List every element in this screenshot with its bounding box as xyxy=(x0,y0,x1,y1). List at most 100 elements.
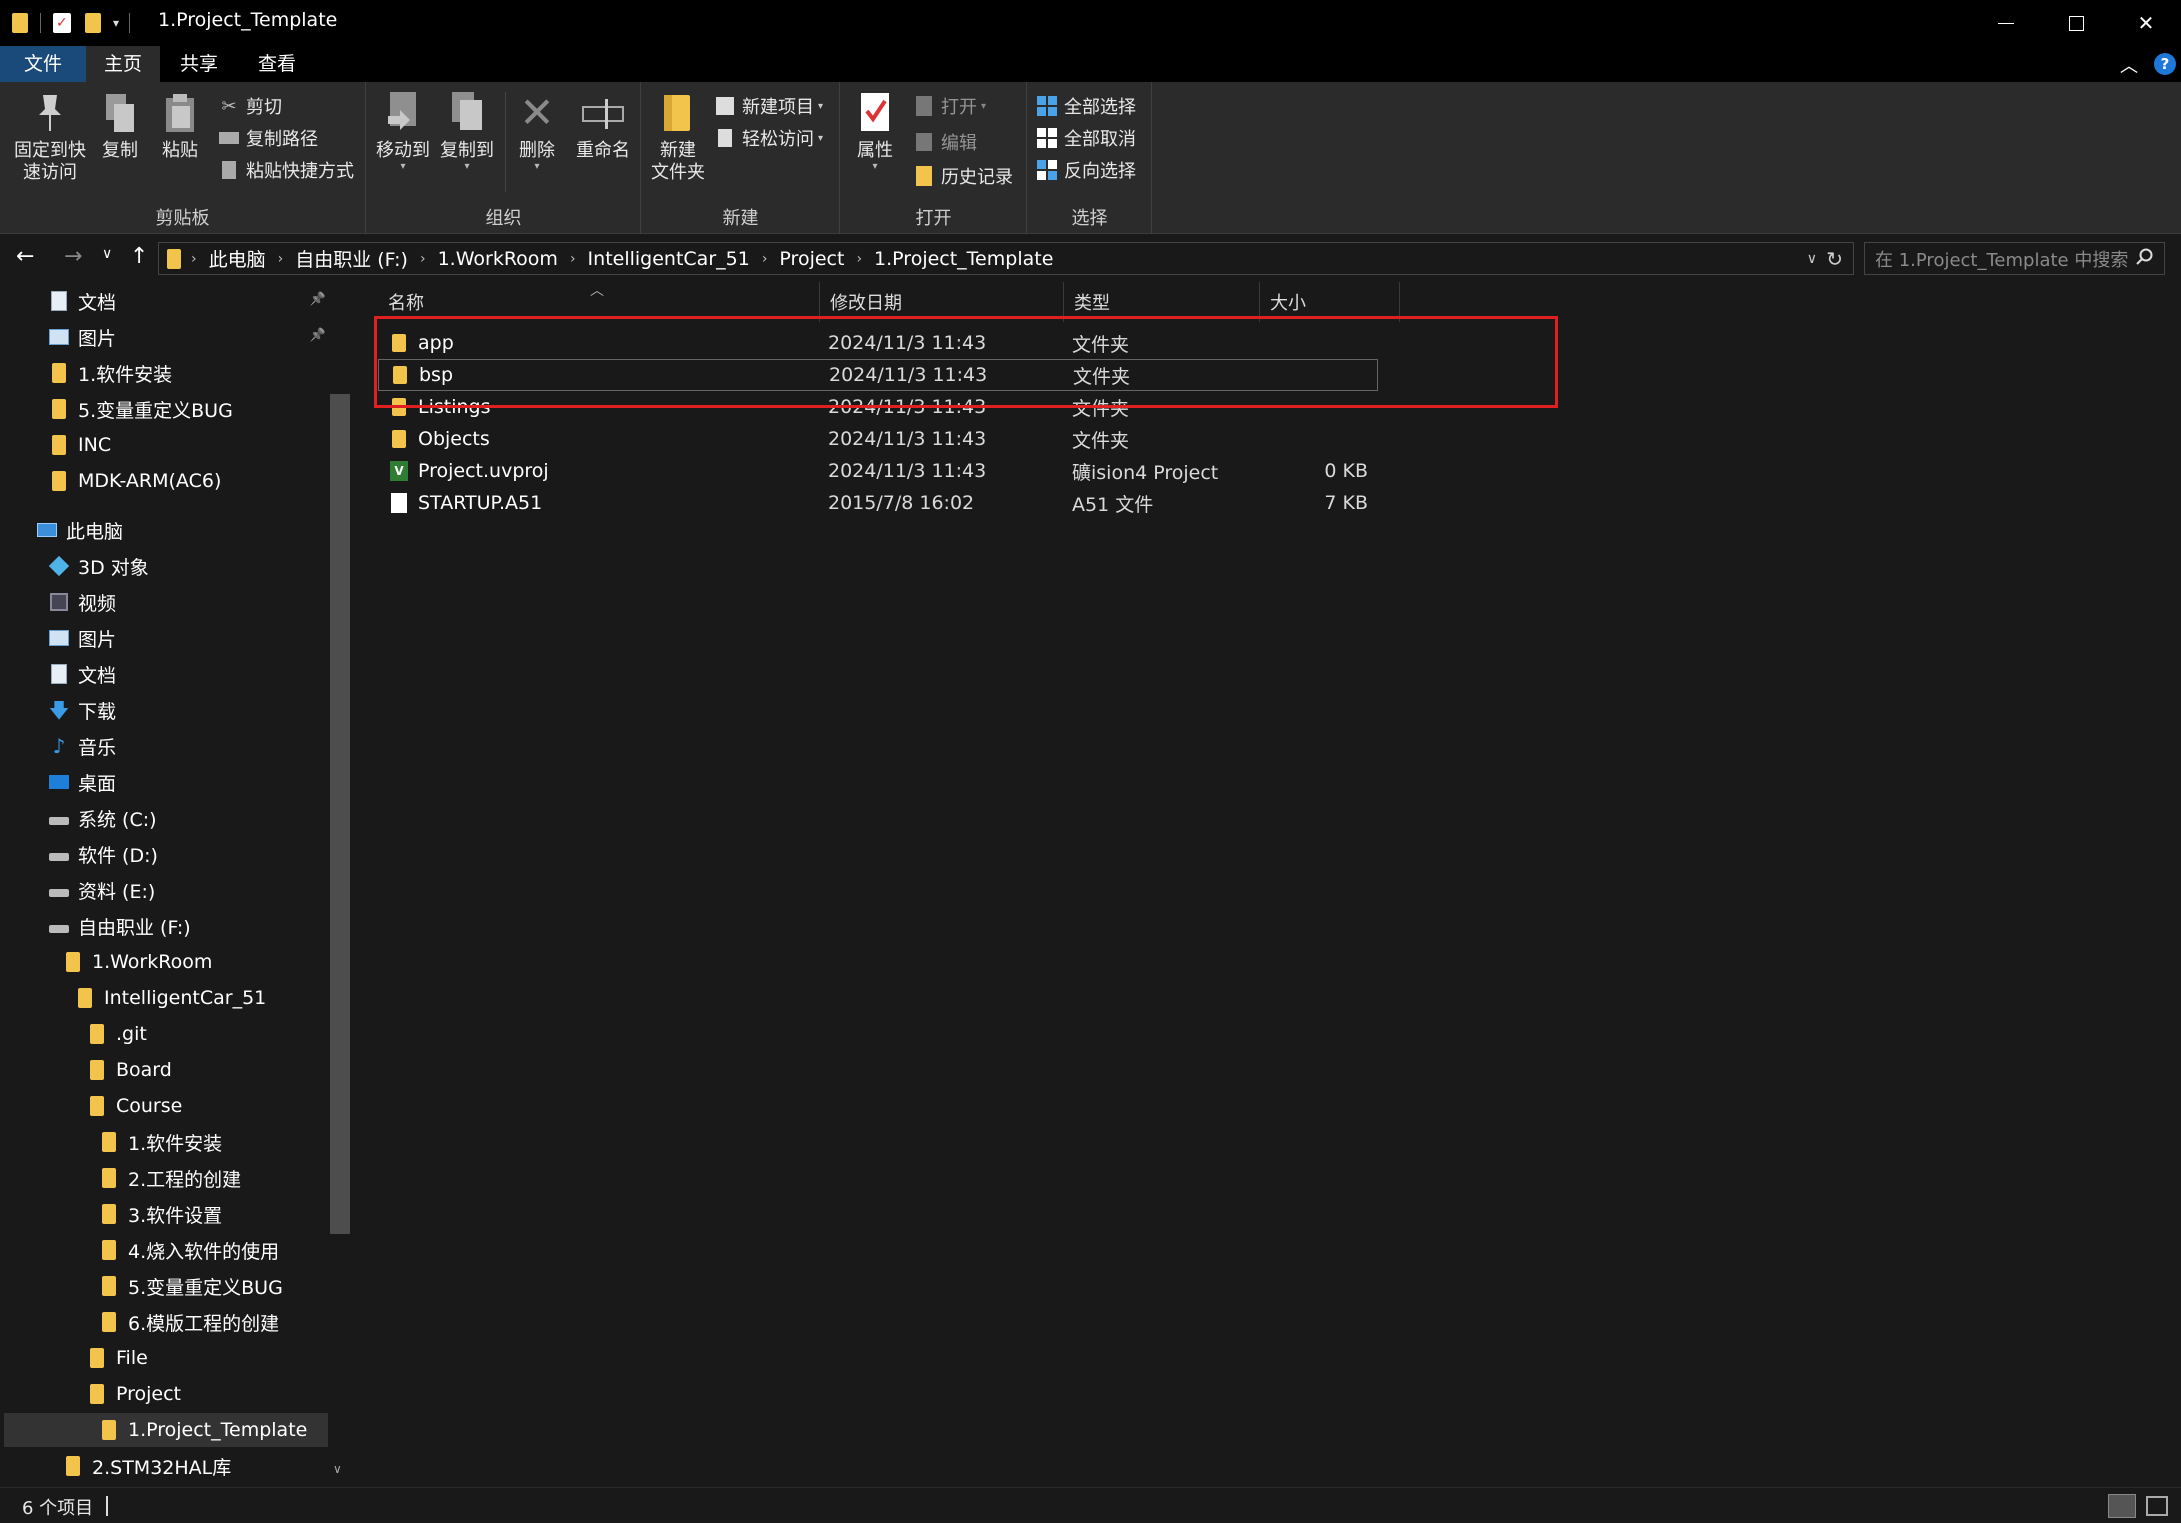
breadcrumb-separator[interactable]: › xyxy=(418,251,428,267)
nav-item[interactable]: Board xyxy=(86,1053,172,1087)
new-item-button[interactable]: 新建项目 ▾ xyxy=(714,92,823,120)
tab-view[interactable]: 查看 xyxy=(240,46,314,82)
maximize-button[interactable] xyxy=(2041,0,2111,46)
scroll-down-chevron-icon[interactable]: ∨ xyxy=(333,1462,342,1476)
new-folder-button[interactable]: 新建 文件夹 xyxy=(646,90,710,184)
nav-item[interactable]: 3.软件设置 xyxy=(98,1197,222,1231)
properties-button[interactable]: 属性 ▾ xyxy=(849,90,901,172)
breadcrumb-separator[interactable]: › xyxy=(189,251,199,267)
select-all-button[interactable]: 全部选择 xyxy=(1036,92,1136,120)
new-item-label: 新建项目 xyxy=(742,97,814,118)
copy-path-button[interactable]: 复制路径 xyxy=(218,124,318,152)
collapse-ribbon-icon[interactable]: ︿ xyxy=(2120,52,2138,78)
nav-item[interactable]: 5.变量重定义BUG xyxy=(98,1269,283,1303)
nav-item[interactable]: .git xyxy=(86,1017,147,1051)
nav-item[interactable]: 图片 xyxy=(48,621,116,655)
details-view-icon[interactable] xyxy=(2108,1494,2136,1518)
paste-shortcut-label: 粘贴快捷方式 xyxy=(246,161,354,182)
nav-item[interactable]: 🡇 下载 xyxy=(48,693,116,727)
nav-item[interactable]: Project xyxy=(86,1377,181,1411)
file-row[interactable]: V Project.uvproj 2024/11/3 11:43 礦ision4 Pr… xyxy=(378,455,1378,487)
nav-item[interactable]: 资料 (E:) xyxy=(48,873,155,907)
pin-to-quick-access-button[interactable]: 固定到快 速访问 xyxy=(8,90,92,184)
nav-item[interactable]: 2.STM32HAL库 xyxy=(62,1449,231,1483)
delete-button[interactable]: ✕ 删除 ▾ xyxy=(511,90,563,172)
close-button[interactable]: ✕ xyxy=(2111,0,2181,46)
nav-item[interactable]: 桌面 xyxy=(48,765,116,799)
nav-item[interactable]: IntelligentCar_51 xyxy=(74,981,266,1015)
tab-share[interactable]: 共享 xyxy=(162,46,236,82)
nav-item[interactable]: 3D 对象 xyxy=(48,549,149,583)
nav-item-label: 1.软件安装 xyxy=(78,363,173,386)
file-row[interactable]: Objects 2024/11/3 11:43 文件夹 xyxy=(378,423,1378,455)
breadcrumb-project-template[interactable]: 1.Project_Template xyxy=(864,248,1063,270)
breadcrumb-separator[interactable]: › xyxy=(854,251,864,267)
breadcrumb-this-pc[interactable]: 此电脑 xyxy=(199,245,276,272)
nav-item[interactable]: 自由职业 (F:) xyxy=(48,909,191,943)
nav-item[interactable]: 6.模版工程的创建 xyxy=(98,1305,279,1339)
large-icons-view-icon[interactable] xyxy=(2146,1496,2168,1516)
invert-selection-button[interactable]: 反向选择 xyxy=(1036,156,1136,184)
nav-item[interactable]: 图片 xyxy=(48,320,116,354)
copy-path-label: 复制路径 xyxy=(246,129,318,150)
copy-to-button[interactable]: 复制到 ▾ xyxy=(437,90,497,172)
breadcrumb-drive-f[interactable]: 自由职业 (F:) xyxy=(285,245,418,272)
history-button[interactable]: 历史记录 xyxy=(913,162,1013,190)
select-none-button[interactable]: 全部取消 xyxy=(1036,124,1136,152)
file-row[interactable]: STARTUP.A51 2015/7/8 16:02 A51 文件 7 KB xyxy=(378,487,1378,519)
edit-button[interactable]: 编辑 xyxy=(913,128,977,156)
nav-item[interactable]: 1.WorkRoom xyxy=(62,945,212,979)
nav-item[interactable]: 视频 xyxy=(48,585,116,619)
tab-file[interactable]: 文件 xyxy=(0,46,86,82)
nav-item[interactable]: 5.变量重定义BUG xyxy=(48,392,233,426)
nav-item[interactable]: 2.工程的创建 xyxy=(98,1161,241,1195)
up-arrow-icon[interactable]: ↑ xyxy=(130,244,148,269)
nav-item[interactable]: 文档 xyxy=(48,657,116,691)
breadcrumb-intelligentcar[interactable]: IntelligentCar_51 xyxy=(578,248,760,270)
address-bar[interactable]: › 此电脑 › 自由职业 (F:) › 1.WorkRoom › Intelli… xyxy=(158,242,1854,275)
minimize-button[interactable] xyxy=(1971,0,2041,46)
nav-item-label: 1.软件安装 xyxy=(128,1132,223,1155)
tab-home[interactable]: 主页 xyxy=(86,46,160,82)
breadcrumb-separator[interactable]: › xyxy=(276,251,286,267)
breadcrumb-workroom[interactable]: 1.WorkRoom xyxy=(428,248,568,270)
nav-item[interactable]: 1.Project_Template xyxy=(4,1413,328,1447)
move-to-button[interactable]: 移动到 ▾ xyxy=(373,90,433,172)
search-input[interactable]: 在 1.Project_Template 中搜索 xyxy=(1864,242,2165,275)
nav-item[interactable]: 4.烧入软件的使用 xyxy=(98,1233,279,1267)
nav-item[interactable]: 此电脑 xyxy=(36,513,123,547)
easy-access-button[interactable]: 轻松访问 ▾ xyxy=(714,124,823,152)
select-none-label: 全部取消 xyxy=(1064,129,1136,150)
properties-icon[interactable]: ✓ xyxy=(53,13,71,33)
refresh-icon[interactable]: ↻ xyxy=(1826,247,1843,271)
nav-item[interactable]: 文档 xyxy=(48,284,116,318)
new-folder-icon[interactable] xyxy=(85,13,101,33)
rename-button[interactable]: 重命名 xyxy=(571,90,635,162)
nav-item[interactable]: 1.软件安装 xyxy=(98,1125,222,1159)
address-history-chevron-icon[interactable]: ∨ xyxy=(1807,251,1817,267)
nav-item[interactable]: File xyxy=(86,1341,148,1375)
breadcrumb-separator[interactable]: › xyxy=(568,251,578,267)
breadcrumb-separator[interactable]: › xyxy=(760,251,770,267)
nav-item[interactable]: 软件 (D:) xyxy=(48,837,158,871)
nav-item[interactable]: INC xyxy=(48,428,111,462)
recent-locations-chevron-icon[interactable]: ∨ xyxy=(102,246,112,262)
open-button[interactable]: 打开 ▾ xyxy=(913,92,986,120)
help-icon[interactable]: ? xyxy=(2154,53,2176,75)
forward-arrow-icon[interactable]: → xyxy=(64,244,82,269)
drive-icon xyxy=(48,807,70,829)
paste-shortcut-button[interactable]: 粘贴快捷方式 xyxy=(218,156,354,184)
nav-scrollbar-thumb[interactable] xyxy=(330,394,350,1234)
back-arrow-icon[interactable]: ← xyxy=(16,244,34,269)
customize-toolbar-icon[interactable]: ▾ xyxy=(113,16,119,30)
nav-item[interactable]: 系统 (C:) xyxy=(48,801,157,835)
breadcrumb-project[interactable]: Project xyxy=(769,248,854,270)
nav-item[interactable]: MDK-ARM(AC6) xyxy=(48,464,221,498)
nav-item[interactable]: ♪ 音乐 xyxy=(48,729,116,763)
nav-item[interactable]: 1.软件安装 xyxy=(48,356,172,390)
cut-button[interactable]: ✂ 剪切 xyxy=(218,92,282,120)
pinned-icon: 📌 xyxy=(309,292,326,307)
nav-item[interactable]: Course xyxy=(86,1089,182,1123)
copy-button[interactable]: 复制 xyxy=(96,90,144,162)
paste-button[interactable]: 粘贴 xyxy=(156,90,204,162)
